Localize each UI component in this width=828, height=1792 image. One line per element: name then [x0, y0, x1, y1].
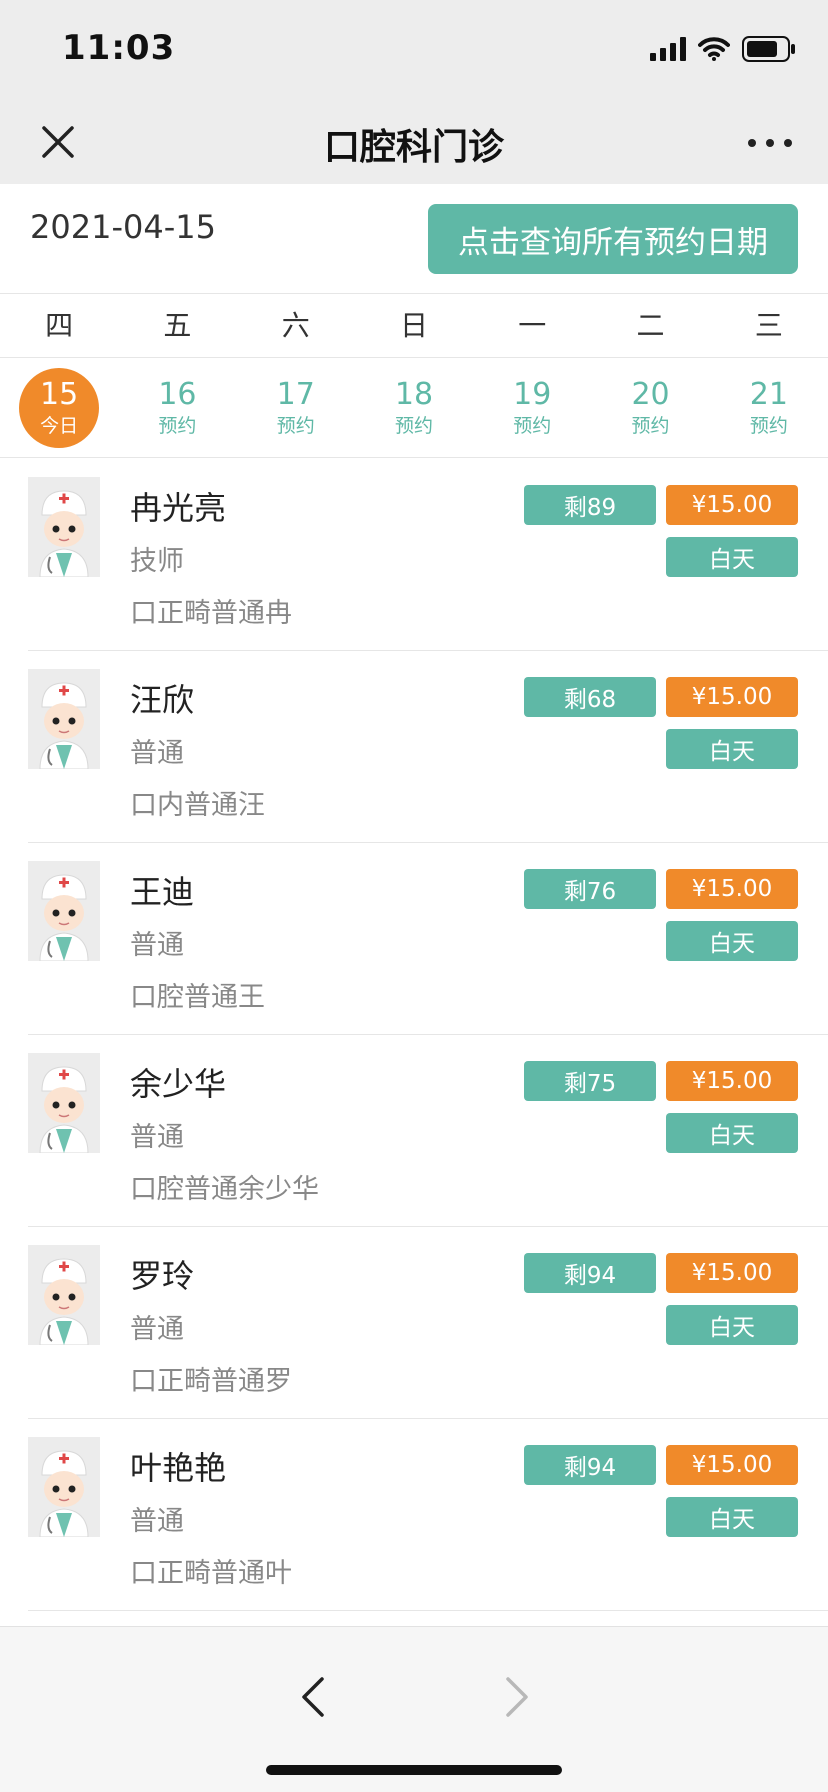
page-title: 口腔科门诊	[323, 127, 504, 168]
query-all-dates-button[interactable]: 点击查询所有预约日期	[428, 204, 798, 274]
doctor-row[interactable]: 叶艳艳 普通 口正畸普通叶 剩94 ¥15.00 白天	[28, 1419, 828, 1611]
doctor-specialty: 口腔普通余少华	[130, 1174, 319, 1205]
wifi-icon	[698, 37, 730, 61]
weekday-label: 五	[163, 309, 192, 342]
price-badge: ¥15.00	[666, 1253, 798, 1293]
date-cell[interactable]: 19 预约	[473, 358, 591, 457]
price-badge: ¥15.00	[666, 485, 798, 525]
doctor-title: 普通	[130, 1122, 184, 1153]
doctor-row[interactable]: 王迪 普通 口腔普通王 剩76 ¥15.00 白天	[28, 843, 828, 1035]
date-cell[interactable]: 16 预约	[118, 358, 236, 457]
doctor-row[interactable]: 余少华 普通 口腔普通余少华 剩75 ¥15.00 白天	[28, 1035, 828, 1227]
date-sub-label: 预约	[513, 414, 552, 437]
doctor-row[interactable]: 罗玲 普通 口正畸普通罗 剩94 ¥15.00 白天	[28, 1227, 828, 1419]
doctor-row[interactable]: 冉光亮 技师 口正畸普通冉 剩89 ¥15.00 白天	[28, 459, 828, 651]
date-sub-label: 今日	[40, 414, 79, 437]
date-number: 19	[513, 376, 552, 412]
nav-bar: 口腔科门诊	[0, 100, 828, 184]
date-cell-selected[interactable]: 15 今日	[0, 358, 118, 457]
remaining-badge: 剩94	[524, 1445, 656, 1485]
period-badge[interactable]: 白天	[666, 1305, 798, 1345]
period-badge[interactable]: 白天	[666, 1497, 798, 1537]
date-sub-label: 预约	[394, 414, 433, 437]
remaining-badge: 剩94	[524, 1253, 656, 1293]
date-cell[interactable]: 20 预约	[591, 358, 709, 457]
date-sub-label: 预约	[276, 414, 315, 437]
more-dots-icon[interactable]	[742, 128, 798, 158]
doctor-specialty: 口腔普通王	[130, 982, 265, 1013]
doctor-specialty: 口内普通汪	[130, 790, 265, 821]
status-icons	[650, 34, 796, 64]
date-number: 18	[394, 376, 434, 412]
doctor-row[interactable]: 汪欣 普通 口内普通汪 剩68 ¥15.00 白天	[28, 651, 828, 843]
battery-icon	[742, 36, 796, 62]
remaining-badge: 剩75	[524, 1061, 656, 1101]
doctor-avatar-icon	[28, 861, 100, 962]
price-badge: ¥15.00	[666, 677, 798, 717]
date-cell[interactable]: 21 预约	[710, 358, 828, 457]
doctor-name: 余少华	[130, 1065, 227, 1103]
doctor-avatar-icon	[28, 1053, 100, 1154]
weekday-label: 三	[754, 309, 783, 342]
date-number: 21	[749, 376, 788, 412]
date-sub-label: 预约	[631, 414, 670, 437]
remaining-badge: 剩68	[524, 677, 656, 717]
chevron-left-icon[interactable]	[294, 1673, 334, 1721]
selected-date-bubble: 15 今日	[19, 367, 100, 448]
doctor-title: 普通	[130, 738, 184, 769]
doctor-specialty: 口正畸普通叶	[130, 1558, 292, 1589]
doctor-name: 冉光亮	[130, 489, 227, 527]
signal-icon	[650, 37, 686, 61]
doctor-avatar-icon	[28, 669, 100, 770]
price-badge: ¥15.00	[666, 1445, 798, 1485]
period-badge[interactable]: 白天	[666, 921, 798, 961]
doctor-title: 普通	[130, 1314, 184, 1345]
doctor-avatar-icon	[28, 1437, 100, 1538]
price-badge: ¥15.00	[666, 869, 798, 909]
date-number: 20	[631, 376, 670, 412]
bottom-toolbar	[0, 1626, 828, 1792]
home-indicator	[266, 1765, 562, 1775]
weekday-strip: 四 五 六 日 一 二 三	[0, 294, 828, 358]
doctor-name: 王迪	[130, 873, 195, 911]
period-badge[interactable]: 白天	[666, 729, 798, 769]
date-sub-label: 预约	[158, 414, 197, 437]
doctor-name: 汪欣	[130, 681, 195, 719]
doctor-specialty: 口正畸普通罗	[130, 1366, 292, 1397]
weekday-label: 六	[281, 309, 310, 342]
weekday-label: 一	[518, 309, 547, 342]
doctor-avatar-icon	[28, 1245, 100, 1346]
status-time: 11:03	[62, 28, 176, 68]
weekday-label: 日	[399, 309, 428, 342]
doctor-name: 叶艳艳	[130, 1449, 227, 1487]
remaining-badge: 剩76	[524, 869, 656, 909]
doctor-avatar-icon	[28, 477, 100, 578]
chevron-right-icon[interactable]	[496, 1673, 536, 1721]
date-sub-label: 预约	[749, 414, 788, 437]
date-number: 17	[276, 376, 315, 412]
doctor-specialty: 口正畸普通冉	[130, 598, 292, 629]
doctor-title: 技师	[130, 546, 184, 577]
date-header: 2021-04-15 点击查询所有预约日期	[0, 184, 828, 294]
date-strip: 15 今日 16 预约 17 预约 18 预约 19 预约 20 预约 21 预…	[0, 358, 828, 458]
screen: 11:03 口腔科门诊 2021-04-15 点击查询所有预约日期 四 五 六 …	[0, 0, 828, 1792]
date-number: 15	[40, 376, 79, 412]
period-badge[interactable]: 白天	[666, 537, 798, 577]
weekday-label: 二	[636, 309, 665, 342]
doctor-list: 冉光亮 技师 口正畸普通冉 剩89 ¥15.00 白天 汪欣 普通 口内普通汪 …	[0, 459, 828, 1611]
date-cell[interactable]: 17 预约	[237, 358, 355, 457]
date-number: 16	[158, 376, 197, 412]
current-date: 2021-04-15	[30, 208, 216, 246]
status-bar: 11:03	[0, 0, 828, 100]
doctor-title: 普通	[130, 1506, 184, 1537]
period-badge[interactable]: 白天	[666, 1113, 798, 1153]
doctor-title: 普通	[130, 930, 184, 961]
price-badge: ¥15.00	[666, 1061, 798, 1101]
weekday-label: 四	[45, 309, 74, 342]
doctor-name: 罗玲	[130, 1257, 195, 1295]
remaining-badge: 剩89	[524, 485, 656, 525]
date-cell[interactable]: 18 预约	[355, 358, 473, 457]
